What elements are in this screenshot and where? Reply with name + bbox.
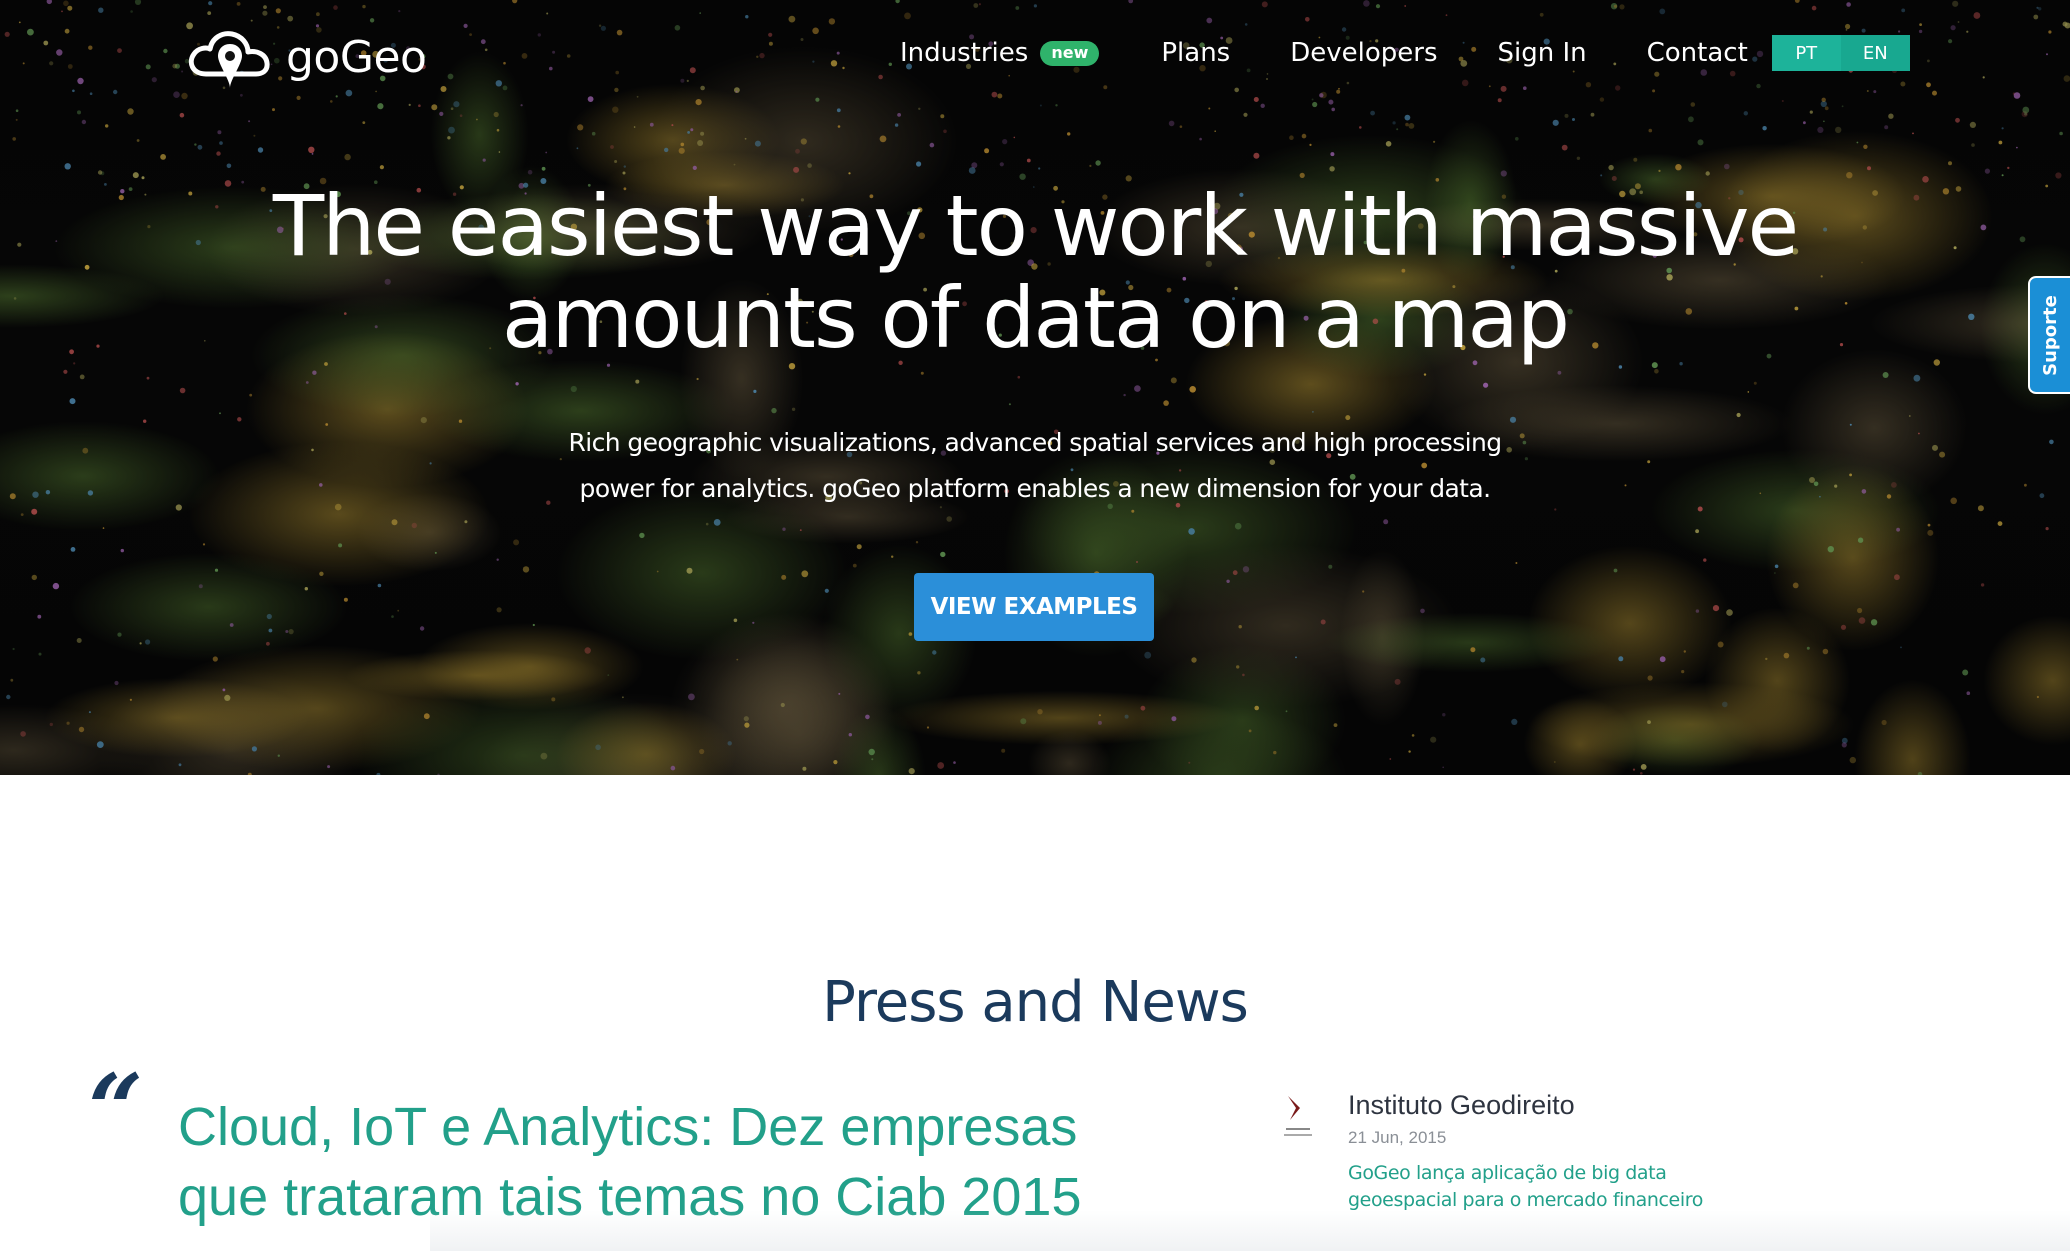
view-examples-button[interactable]: VIEW EXAMPLES	[914, 573, 1154, 641]
hero-title-line-1: The easiest way to work with massive	[272, 177, 1799, 275]
nav-plans[interactable]: Plans	[1161, 38, 1230, 68]
press-section-title: Press and News	[822, 970, 1249, 1035]
source-logo-icon	[1278, 1090, 1318, 1142]
main-nav: Industries new Plans Developers Sign In …	[900, 30, 1910, 76]
brand-name: goGeo	[286, 31, 427, 83]
quote-icon: “	[88, 1053, 144, 1166]
bottom-shadow	[430, 1210, 2070, 1251]
nav-contact[interactable]: Contact	[1647, 38, 1748, 68]
hero-subtitle: Rich geographic visualizations, advanced…	[568, 428, 1502, 503]
hero-title-line-2: amounts of data on a map	[501, 269, 1570, 367]
lang-en-button[interactable]: EN	[1840, 35, 1910, 71]
new-badge: new	[1040, 40, 1100, 66]
nav-industries[interactable]: Industries new	[900, 38, 1100, 68]
hero-section: goGeo Industries new Plans Developers Si…	[0, 0, 2070, 775]
hero-overlay	[0, 0, 2070, 775]
nav-industries-label: Industries	[900, 38, 1029, 68]
support-tab[interactable]: Suporte	[2028, 276, 2070, 394]
lang-pt-button[interactable]: PT	[1771, 35, 1841, 71]
brand-logo[interactable]: goGeo	[184, 22, 444, 92]
news-source: Instituto Geodireito	[1348, 1090, 1575, 1120]
news-link[interactable]: GoGeo lança aplicação de big data geoesp…	[1348, 1160, 1748, 1214]
cloud-pin-icon	[188, 31, 270, 88]
language-switcher: PT EN	[1771, 35, 1910, 71]
hero-title: The easiest way to work with massive amo…	[0, 180, 2070, 364]
nav-developers[interactable]: Developers	[1290, 38, 1437, 68]
nav-sign-in[interactable]: Sign In	[1497, 38, 1586, 68]
news-date: 21 Jun, 2015	[1348, 1128, 1447, 1147]
support-tab-label: Suporte	[2039, 294, 2061, 376]
